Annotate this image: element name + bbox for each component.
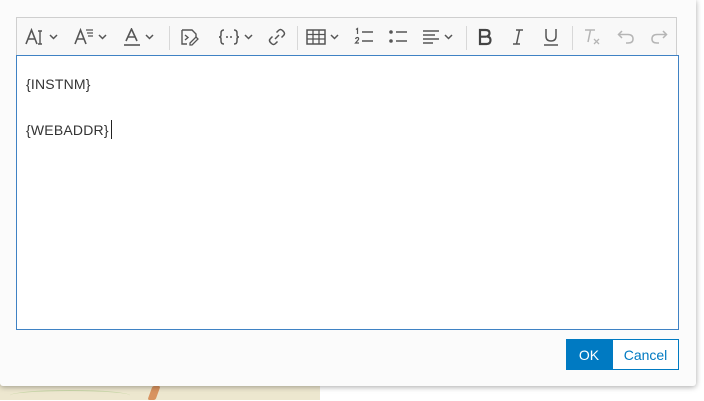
ok-button[interactable]: OK xyxy=(566,339,612,370)
table-button[interactable] xyxy=(306,18,339,56)
text-style-icon xyxy=(74,28,93,45)
bold-icon xyxy=(478,28,492,46)
background-map xyxy=(0,384,320,400)
numbered-list-button[interactable] xyxy=(354,18,374,56)
text-cursor xyxy=(110,120,112,139)
cancel-button[interactable]: Cancel xyxy=(612,339,679,370)
text-style-button[interactable] xyxy=(74,18,107,56)
font-color-icon xyxy=(124,28,140,46)
text-editor-dialog: {INSTNM} {WEBADDR} OK Cancel xyxy=(0,0,696,386)
chevron-down-icon xyxy=(330,34,339,40)
font-color-button[interactable] xyxy=(123,18,154,56)
italic-icon xyxy=(513,29,523,45)
font-size-icon xyxy=(25,28,42,45)
align-button[interactable] xyxy=(422,18,453,56)
insert-field-button[interactable] xyxy=(218,18,253,56)
italic-button[interactable] xyxy=(511,18,525,56)
link-button[interactable] xyxy=(267,18,287,56)
bulleted-list-button[interactable] xyxy=(388,18,408,56)
table-icon xyxy=(306,29,326,45)
editor-line[interactable]: {WEBADDR} xyxy=(26,120,112,139)
font-size-button[interactable] xyxy=(25,18,58,56)
redo-button[interactable] xyxy=(650,18,668,56)
toolbar-separator xyxy=(466,26,467,50)
align-icon xyxy=(423,30,439,44)
text-editor-area[interactable]: {INSTNM} {WEBADDR} xyxy=(16,55,679,330)
undo-icon xyxy=(617,30,634,44)
editor-line-text: {INSTNM} xyxy=(26,76,91,92)
underline-button[interactable] xyxy=(543,18,559,56)
editor-line[interactable]: {INSTNM} xyxy=(26,76,91,92)
chevron-down-icon xyxy=(444,34,453,40)
link-icon xyxy=(268,28,286,46)
bulleted-list-icon xyxy=(389,30,407,43)
toolbar-separator xyxy=(169,26,170,50)
toolbar-separator xyxy=(572,26,573,50)
chevron-down-icon xyxy=(49,34,58,40)
field-braces-icon xyxy=(218,29,240,45)
redo-icon xyxy=(651,30,668,44)
insert-expression-icon xyxy=(181,29,199,46)
map-road xyxy=(147,386,161,400)
insert-expression-button[interactable] xyxy=(179,18,199,56)
underline-icon xyxy=(544,29,558,46)
editor-line-text: {WEBADDR} xyxy=(26,122,109,138)
clear-formatting-icon xyxy=(585,29,600,45)
numbered-list-icon xyxy=(354,27,373,44)
clear-formatting-button[interactable] xyxy=(583,18,601,56)
toolbar-separator xyxy=(297,26,298,50)
rich-text-toolbar xyxy=(16,17,677,55)
undo-button[interactable] xyxy=(617,18,635,56)
bold-button[interactable] xyxy=(477,18,493,56)
map-contour xyxy=(10,390,130,401)
chevron-down-icon xyxy=(244,34,253,40)
chevron-down-icon xyxy=(145,34,154,40)
chevron-down-icon xyxy=(98,34,107,40)
